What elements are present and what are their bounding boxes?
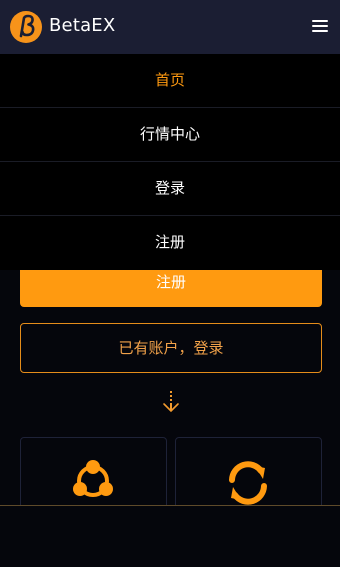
hamburger-menu-icon[interactable] bbox=[311, 18, 331, 34]
bottom-bar bbox=[0, 505, 340, 567]
nav-dropdown-menu: 首页 行情中心 登录 注册 bbox=[0, 54, 340, 270]
login-button[interactable]: 已有账户，登录 bbox=[20, 323, 322, 373]
nav-item-login[interactable]: 登录 bbox=[0, 162, 340, 216]
nav-item-market[interactable]: 行情中心 bbox=[0, 108, 340, 162]
betaex-logo-icon[interactable] bbox=[10, 11, 42, 43]
scroll-down-arrow-icon[interactable] bbox=[161, 390, 181, 414]
brand-name[interactable]: BetaEX bbox=[49, 15, 115, 36]
nav-item-home[interactable]: 首页 bbox=[0, 54, 340, 108]
top-header: BetaEX bbox=[0, 0, 340, 54]
share-network-icon bbox=[73, 460, 113, 497]
exchange-refresh-icon bbox=[229, 461, 267, 505]
nav-item-register[interactable]: 注册 bbox=[0, 216, 340, 269]
